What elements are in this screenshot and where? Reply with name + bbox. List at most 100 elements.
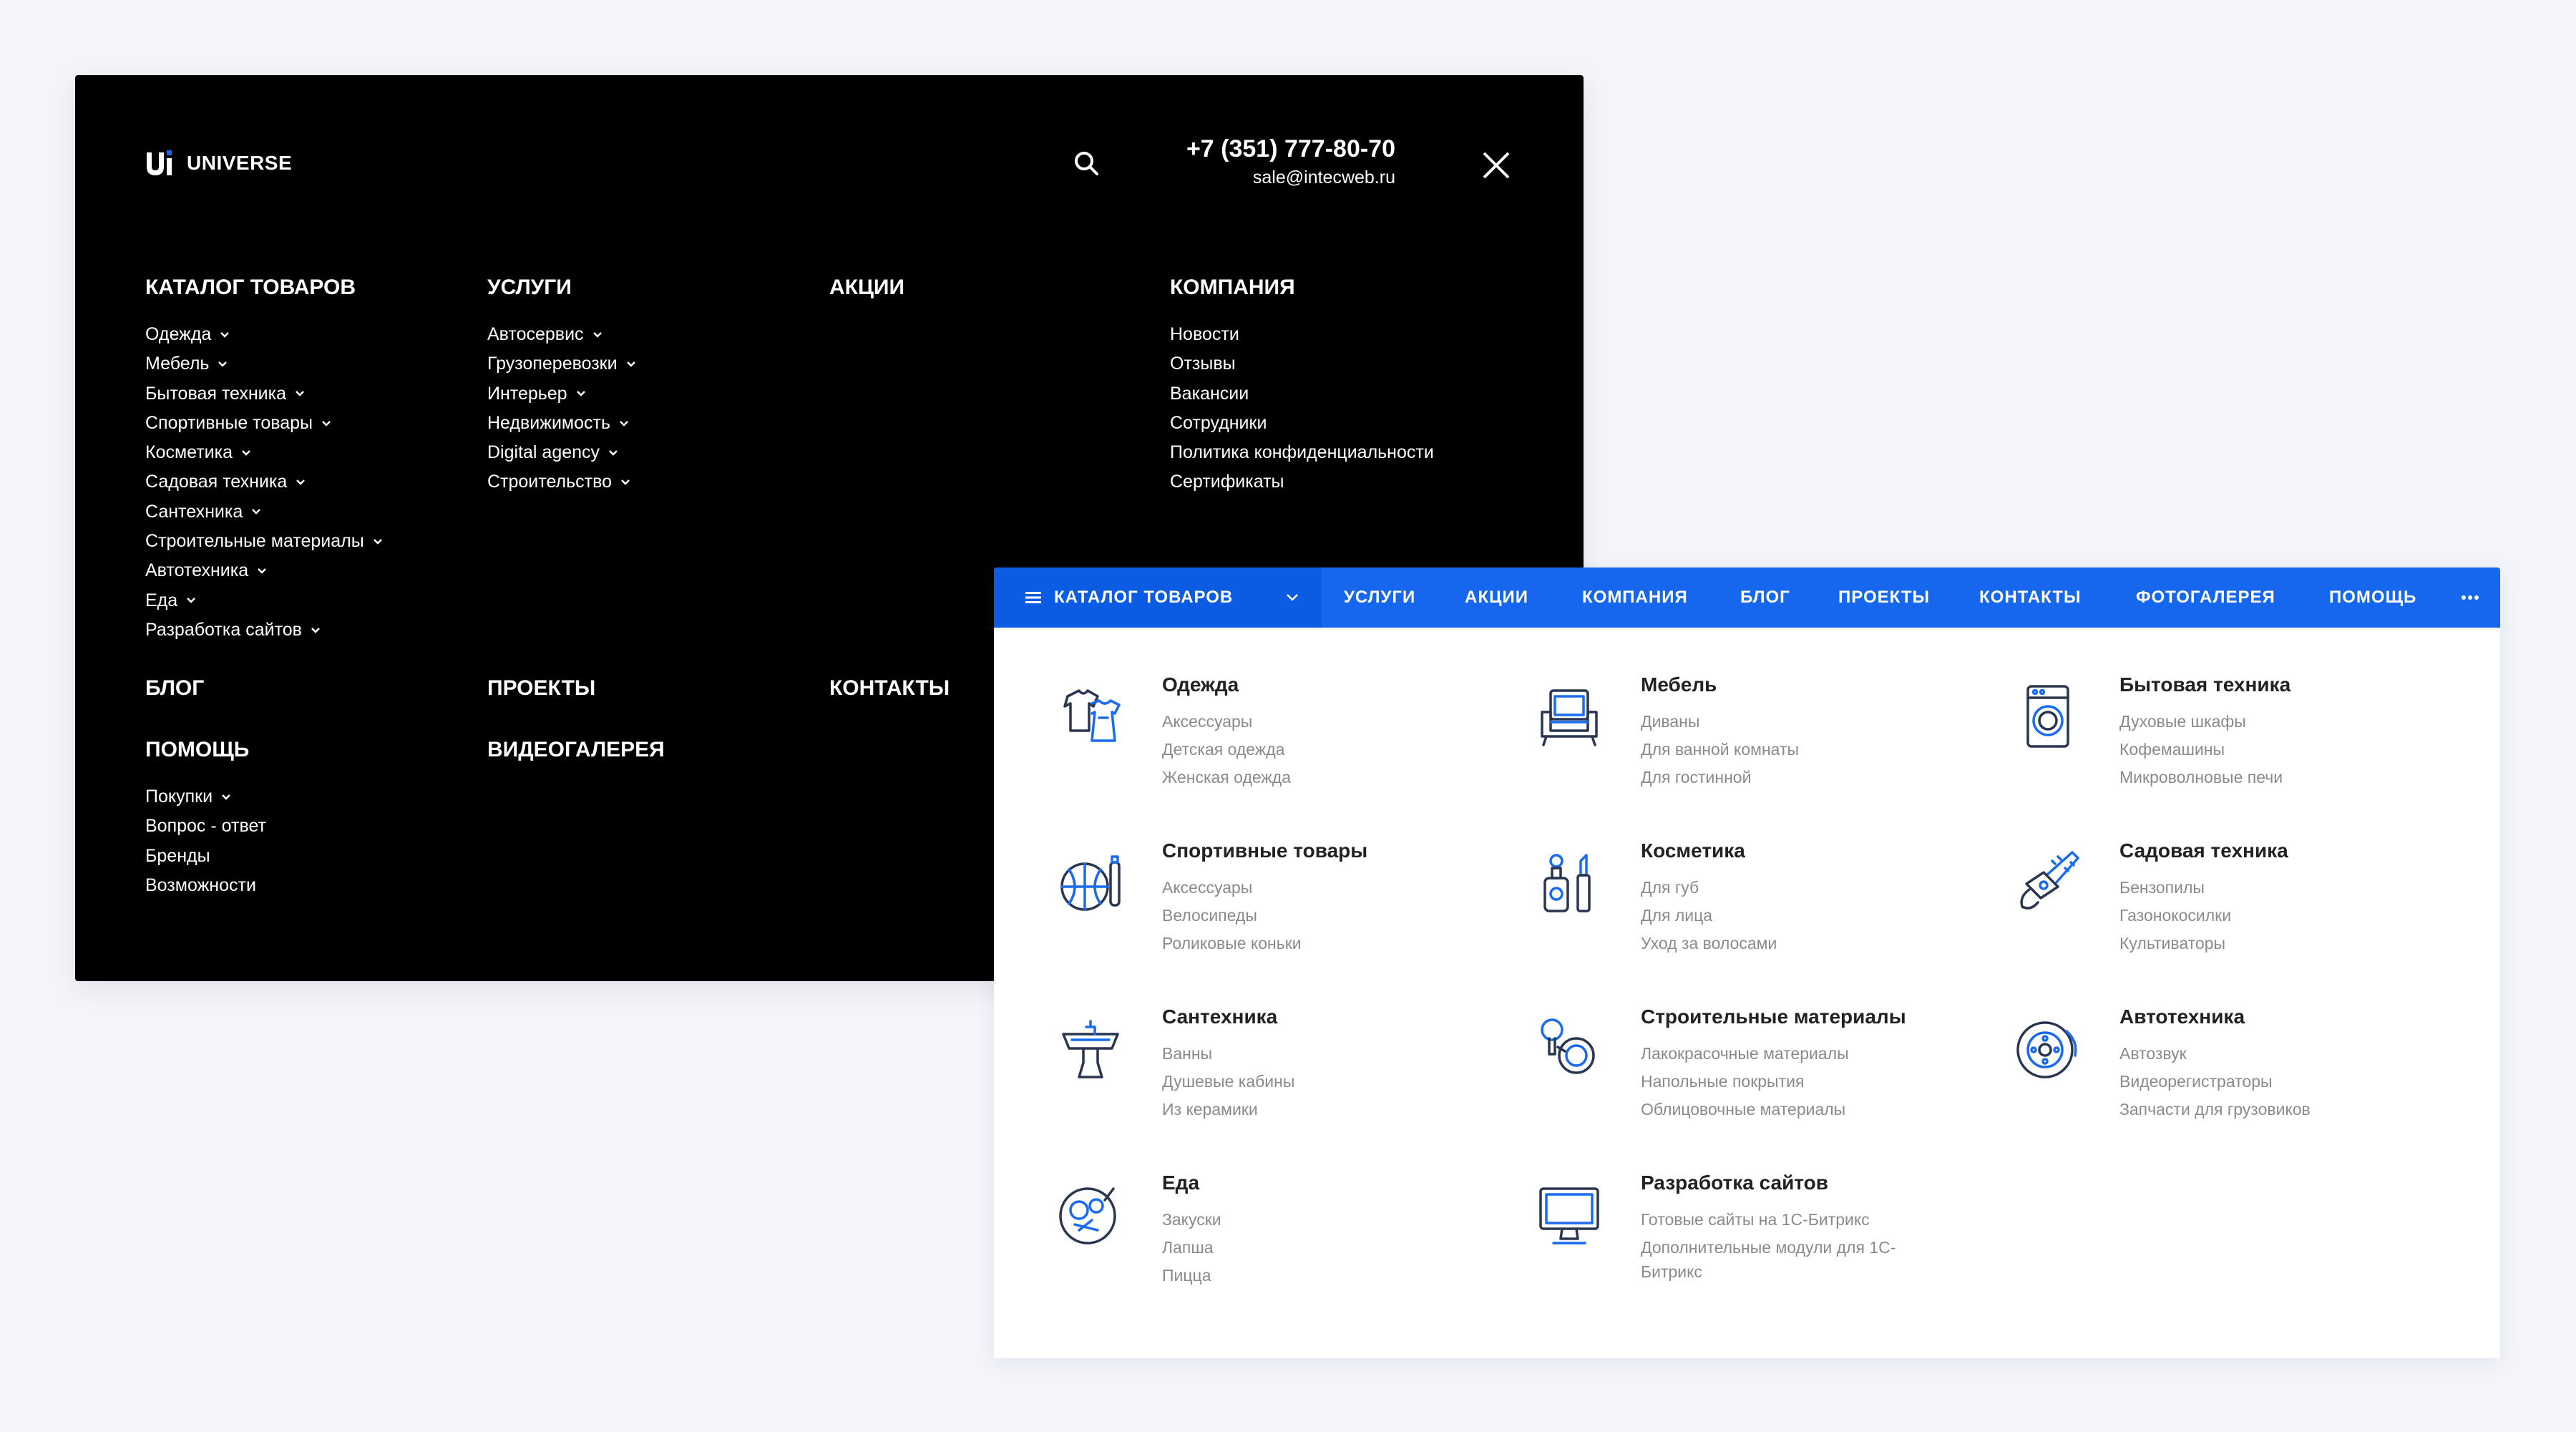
catalog-category-title[interactable]: Строительные материалы: [1641, 1005, 2013, 1028]
catalog-subcategory-link[interactable]: Микроволновые печи: [2119, 764, 2492, 792]
email-link[interactable]: sale@intecweb.ru: [1148, 167, 1395, 188]
menu-heading-contacts[interactable]: КОНТАКТЫ: [829, 678, 950, 699]
catalog-subcategory-link[interactable]: Дополнительные модули для 1С-Битрикс: [1641, 1234, 1913, 1284]
catalog-subcategory-link[interactable]: Пицца: [1162, 1262, 1534, 1290]
catalog-subcategory-link[interactable]: Видеорегистраторы: [2119, 1068, 2492, 1096]
nav-item-help[interactable]: ПОМОЩЬ: [2329, 568, 2416, 628]
catalog-subcategory-link[interactable]: Для ванной комнаты: [1641, 736, 2013, 764]
catalog-category-title[interactable]: Садовая техника: [2119, 839, 2492, 862]
catalog-subcategory-link[interactable]: Аксессуары: [1162, 874, 1534, 902]
catalog-subcategory-link[interactable]: Запчасти для грузовиков: [2119, 1096, 2492, 1124]
catalog-subcategory-link[interactable]: Облицовочные материалы: [1641, 1096, 2013, 1124]
menu-item[interactable]: Сертификаты: [1170, 467, 1434, 497]
catalog-subcategory-link[interactable]: Готовые сайты на 1С-Битрикс: [1641, 1206, 2013, 1234]
search-button[interactable]: [1067, 144, 1106, 182]
catalog-subcategory-link[interactable]: Лакокрасочные материалы: [1641, 1040, 2013, 1068]
menu-item[interactable]: Политика конфиденциальности: [1170, 438, 1434, 467]
menu-item[interactable]: Автосервис: [487, 320, 636, 349]
catalog-subcategory-list: Духовые шкафы Кофемашины Микроволновые п…: [2119, 708, 2492, 792]
catalog-category-title[interactable]: Бытовая техника: [2119, 673, 2492, 696]
catalog-subcategory-link[interactable]: Для губ: [1641, 874, 2013, 902]
catalog-subcategory-link[interactable]: Диваны: [1641, 708, 2013, 736]
catalog-subcategory-link[interactable]: Ванны: [1162, 1040, 1534, 1068]
menu-column-promotions: АКЦИИ: [829, 277, 904, 298]
menu-heading-services[interactable]: УСЛУГИ: [487, 277, 636, 298]
menu-item[interactable]: Разработка сайтов: [145, 615, 383, 645]
nav-item-projects[interactable]: ПРОЕКТЫ: [1838, 568, 1930, 628]
menu-item[interactable]: Бренды: [145, 842, 266, 871]
menu-heading-help[interactable]: ПОМОЩЬ: [145, 739, 266, 761]
catalog-subcategory-link[interactable]: Напольные покрытия: [1641, 1068, 2013, 1096]
catalog-category-title[interactable]: Мебель: [1641, 673, 2013, 696]
catalog-subcategory-link[interactable]: Уход за волосами: [1641, 930, 2013, 958]
nav-catalog-button[interactable]: КАТАЛОГ ТОВАРОВ: [994, 568, 1322, 628]
catalog-category-title[interactable]: Спортивные товары: [1162, 839, 1534, 862]
catalog-subcategory-link[interactable]: Кофемашины: [2119, 736, 2492, 764]
menu-item-label: Вопрос - ответ: [145, 816, 266, 837]
catalog-category-title[interactable]: Сантехника: [1162, 1005, 1534, 1028]
nav-item-photo-gallery[interactable]: ФОТОГАЛЕРЕЯ: [2136, 568, 2275, 628]
menu-heading-company[interactable]: КОМПАНИЯ: [1170, 277, 1434, 298]
nav-more-button[interactable]: [2461, 568, 2479, 628]
menu-item[interactable]: Мебель: [145, 349, 383, 379]
catalog-subcategory-link[interactable]: Закуски: [1162, 1206, 1534, 1234]
menu-item-label: Разработка сайтов: [145, 619, 302, 640]
catalog-category-title[interactable]: Косметика: [1641, 839, 2013, 862]
catalog-subcategory-link[interactable]: Бензопилы: [2119, 874, 2492, 902]
catalog-subcategory-link[interactable]: Детская одежда: [1162, 736, 1534, 764]
menu-item[interactable]: Сотрудники: [1170, 409, 1434, 438]
nav-item-services[interactable]: УСЛУГИ: [1344, 568, 1415, 628]
catalog-subcategory-link[interactable]: Для гостинной: [1641, 764, 2013, 792]
menu-item[interactable]: Интерьер: [487, 379, 636, 409]
catalog-subcategory-link[interactable]: Автозвук: [2119, 1040, 2492, 1068]
catalog-subcategory-list: Ванны Душевые кабины Из керамики: [1162, 1040, 1534, 1124]
catalog-subcategory-link[interactable]: Роликовые коньки: [1162, 930, 1534, 958]
catalog-subcategory-link[interactable]: Душевые кабины: [1162, 1068, 1534, 1096]
menu-item[interactable]: Digital agency: [487, 438, 636, 467]
catalog-subcategory-link[interactable]: Для лица: [1641, 902, 2013, 930]
catalog-subcategory-link[interactable]: Культиваторы: [2119, 930, 2492, 958]
logo[interactable]: UNIVERSE: [145, 148, 292, 178]
menu-item[interactable]: Садовая техника: [145, 467, 383, 497]
catalog-subcategory-link[interactable]: Из керамики: [1162, 1096, 1534, 1124]
catalog-category-title[interactable]: Одежда: [1162, 673, 1534, 696]
catalog-subcategory-link[interactable]: Велосипеды: [1162, 902, 1534, 930]
menu-item[interactable]: Недвижимость: [487, 409, 636, 438]
menu-heading-projects[interactable]: ПРОЕКТЫ: [487, 678, 595, 699]
menu-item[interactable]: Автотехника: [145, 556, 383, 585]
menu-item[interactable]: Сантехника: [145, 497, 383, 527]
nav-item-blog[interactable]: БЛОГ: [1740, 568, 1790, 628]
menu-item[interactable]: Вакансии: [1170, 379, 1434, 409]
menu-item[interactable]: Строительство: [487, 467, 636, 497]
menu-item[interactable]: Возможности: [145, 871, 266, 900]
menu-item[interactable]: Одежда: [145, 320, 383, 349]
menu-heading-video-gallery[interactable]: ВИДЕОГАЛЕРЕЯ: [487, 739, 665, 761]
menu-item[interactable]: Спортивные товары: [145, 409, 383, 438]
catalog-subcategory-link[interactable]: Лапша: [1162, 1234, 1534, 1262]
menu-heading-catalog[interactable]: КАТАЛОГ ТОВАРОВ: [145, 277, 383, 298]
catalog-category-title[interactable]: Автотехника: [2119, 1005, 2492, 1028]
nav-item-contacts[interactable]: КОНТАКТЫ: [1979, 568, 2082, 628]
catalog-category-title[interactable]: Еда: [1162, 1172, 1534, 1194]
menu-item[interactable]: Отзывы: [1170, 349, 1434, 379]
menu-item[interactable]: Строительные материалы: [145, 527, 383, 556]
nav-item-company[interactable]: КОМПАНИЯ: [1582, 568, 1688, 628]
menu-item[interactable]: Еда: [145, 586, 383, 615]
menu-item[interactable]: Косметика: [145, 438, 383, 467]
catalog-subcategory-link[interactable]: Духовые шкафы: [2119, 708, 2492, 736]
menu-item[interactable]: Грузоперевозки: [487, 349, 636, 379]
catalog-category-body: Бытовая техника Духовые шкафы Кофемашины…: [2119, 673, 2492, 792]
menu-heading-promotions[interactable]: АКЦИИ: [829, 277, 904, 298]
menu-item[interactable]: Бытовая техника: [145, 379, 383, 409]
catalog-category-title[interactable]: Разработка сайтов: [1641, 1172, 2013, 1194]
nav-item-promotions[interactable]: АКЦИИ: [1465, 568, 1528, 628]
menu-heading-blog[interactable]: БЛОГ: [145, 678, 204, 699]
menu-item[interactable]: Вопрос - ответ: [145, 812, 266, 841]
phone-link[interactable]: +7 (351) 777-80-70: [1148, 135, 1395, 163]
menu-item[interactable]: Покупки: [145, 782, 266, 812]
catalog-subcategory-link[interactable]: Газонокосилки: [2119, 902, 2492, 930]
catalog-subcategory-link[interactable]: Аксессуары: [1162, 708, 1534, 736]
catalog-subcategory-link[interactable]: Женская одежда: [1162, 764, 1534, 792]
menu-item[interactable]: Новости: [1170, 320, 1434, 349]
close-button[interactable]: [1476, 145, 1516, 185]
